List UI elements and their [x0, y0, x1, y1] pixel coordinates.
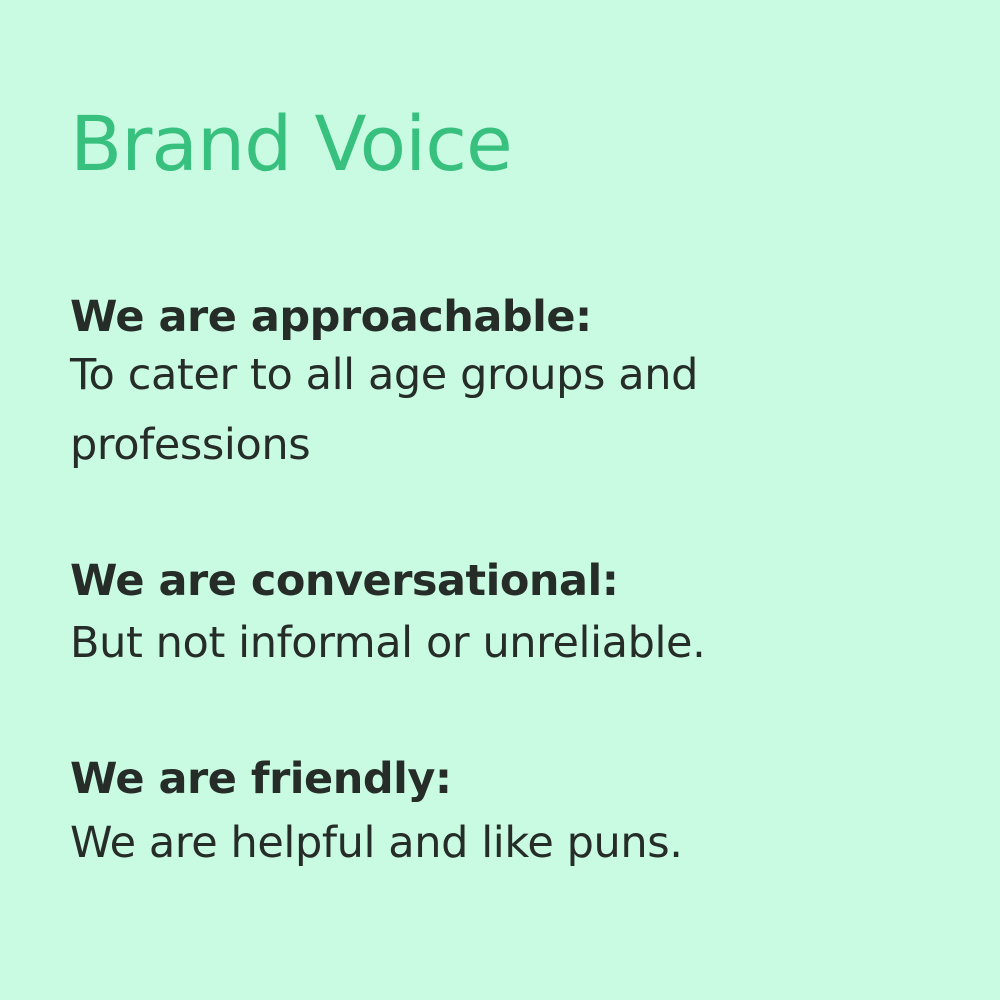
section-heading: We are friendly: [70, 754, 452, 804]
voice-section-friendly: We are friendly: We are helpful and like… [70, 746, 930, 878]
page-title: Brand Voice [70, 99, 513, 188]
voice-section-list: We are approachable: To cater to all age… [70, 284, 930, 878]
section-heading: We are conversational: [70, 556, 619, 606]
voice-section-approachable: We are approachable: To cater to all age… [70, 284, 930, 480]
voice-section-conversational: We are conversational: But not informal … [70, 548, 930, 678]
section-body: To cater to all age groups and professio… [70, 350, 698, 470]
section-body: We are helpful and like puns. [70, 818, 683, 868]
section-body: But not informal or unreliable. [70, 618, 706, 668]
brand-voice-card: Brand Voice We are approachable: To cate… [0, 0, 1000, 1000]
